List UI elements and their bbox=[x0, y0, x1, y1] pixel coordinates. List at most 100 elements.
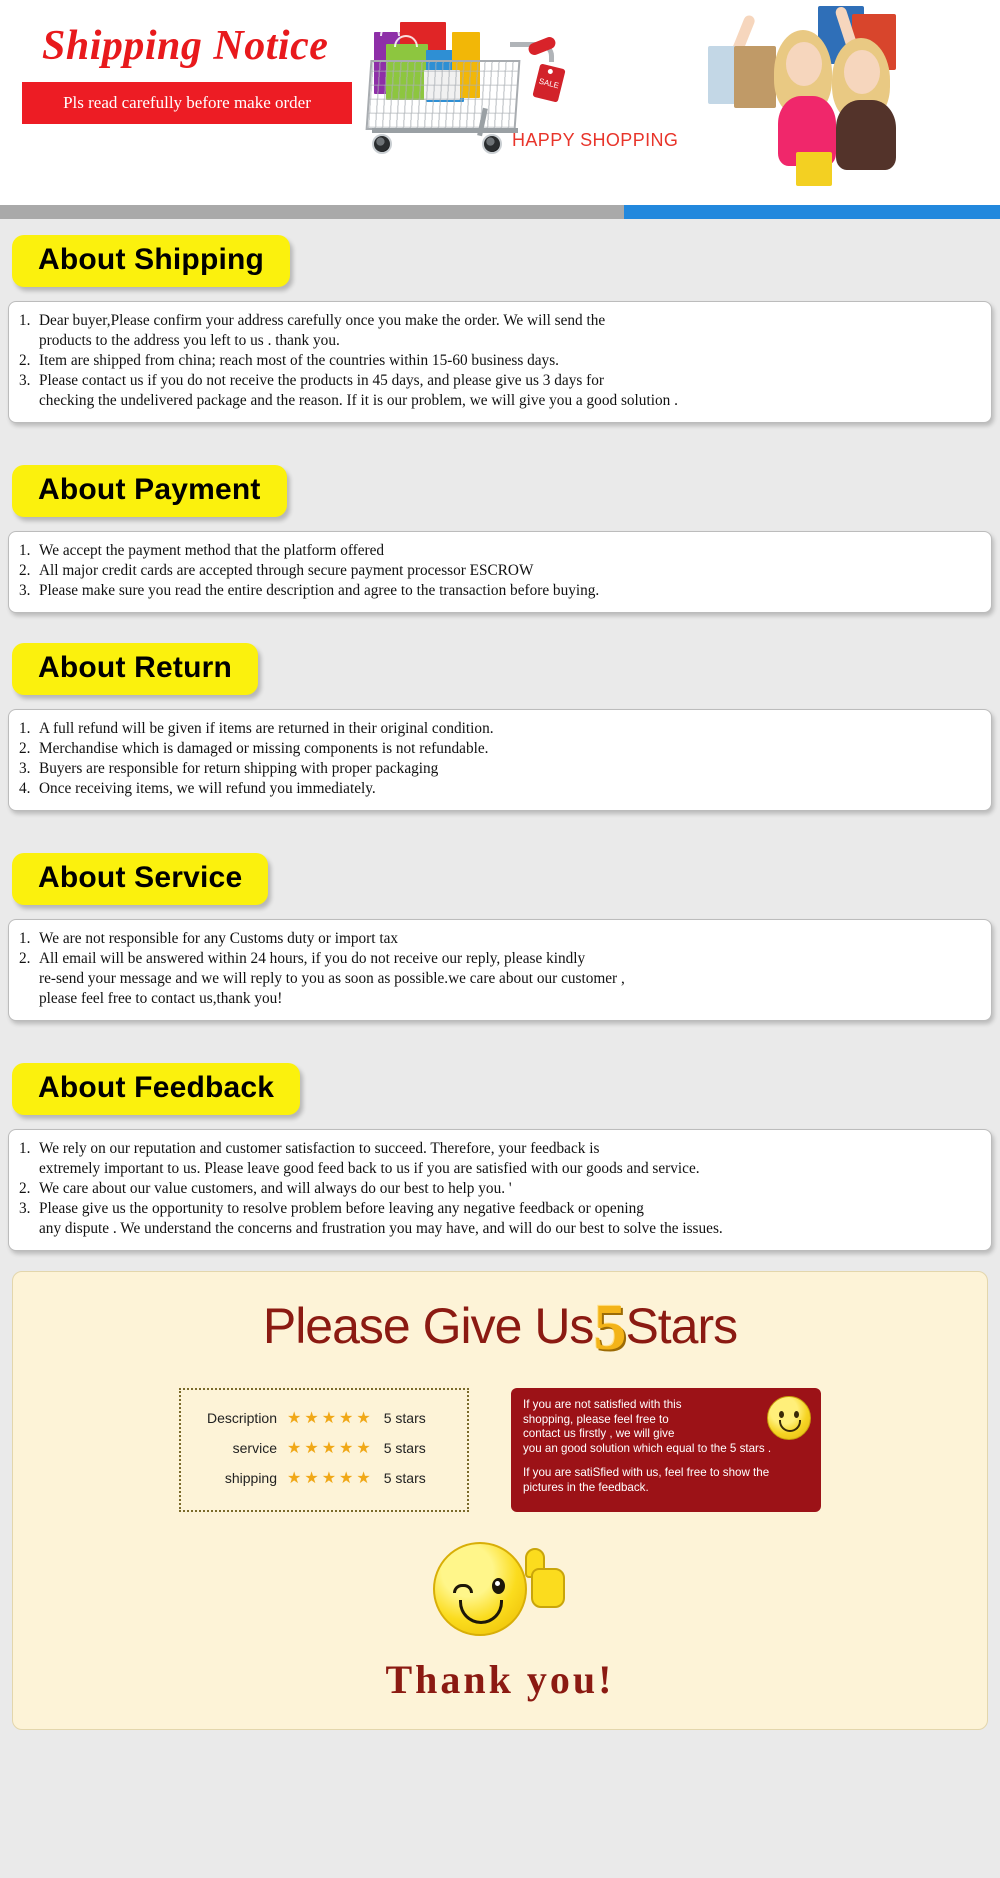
list-text: All major credit cards are accepted thro… bbox=[39, 562, 534, 579]
list-item: 1. A full refund will be given if items a… bbox=[19, 719, 977, 739]
rating-row-description: Description ★★★★★ 5 stars bbox=[193, 1408, 451, 1428]
list-text: Buyers are responsible for return shippi… bbox=[39, 760, 439, 777]
shoppers-photo bbox=[700, 0, 960, 186]
list-number: 2. bbox=[19, 950, 31, 967]
divider-blue bbox=[624, 205, 1000, 219]
rating-and-message-row: Description ★★★★★ 5 stars service ★★★★★ … bbox=[13, 1388, 987, 1512]
list-item: 2. All email will be answered within 24 h… bbox=[19, 949, 977, 1009]
rating-label: shipping bbox=[224, 1470, 277, 1486]
list-number: 2. bbox=[19, 740, 31, 757]
list-number: 1. bbox=[19, 312, 31, 329]
list-text: Merchandise which is damaged or missing … bbox=[39, 740, 489, 757]
section-tag-wrap: About Return bbox=[0, 627, 1000, 695]
list-number: 1. bbox=[19, 720, 31, 737]
list-text: We rely on our reputation and customer s… bbox=[39, 1140, 700, 1177]
list-item: 3. Please make sure you read the entire d… bbox=[19, 581, 977, 601]
star-icons: ★★★★★ bbox=[287, 1470, 374, 1487]
list-item: 1. We accept the payment method that the … bbox=[19, 541, 977, 561]
divider-gray bbox=[0, 205, 624, 219]
star-icons: ★★★★★ bbox=[287, 1410, 374, 1427]
star-icons: ★★★★★ bbox=[287, 1440, 374, 1457]
smiley-mouth bbox=[779, 1420, 801, 1432]
rating-value: 5 stars bbox=[383, 1440, 426, 1456]
winking-thumbs-up-icon bbox=[425, 1538, 575, 1650]
section-heading-feedback: About Feedback bbox=[12, 1063, 301, 1115]
list-text: A full refund will be given if items are… bbox=[39, 720, 494, 737]
big-five-number: 5 bbox=[593, 1291, 626, 1364]
section-heading-label: About Payment bbox=[38, 473, 261, 506]
section-heading-label: About Return bbox=[38, 651, 233, 684]
banner-text: Pls read carefully before make order bbox=[63, 93, 311, 112]
read-carefully-banner: Pls read carefully before make order bbox=[22, 82, 352, 124]
list-text: We care about our value customers, and w… bbox=[39, 1180, 512, 1197]
section-about-payment: About Payment 1. We accept the payment me… bbox=[0, 449, 1000, 613]
list-number: 3. bbox=[19, 1200, 31, 1217]
list-item: 3. Please contact us if you do not receiv… bbox=[19, 371, 977, 411]
list-text: Please contact us if you do not receive … bbox=[39, 372, 678, 409]
list-number: 3. bbox=[19, 582, 31, 599]
list-text: Please give us the opportunity to resolv… bbox=[39, 1200, 723, 1237]
page-title: Shipping Notice bbox=[42, 23, 329, 69]
list-text: We are not responsible for any Customs d… bbox=[39, 930, 399, 947]
list-number: 1. bbox=[19, 930, 31, 947]
list-item: 1. We rely on our reputation and customer… bbox=[19, 1139, 977, 1179]
list-item: 1. Dear buyer,Please confirm your address… bbox=[19, 311, 977, 351]
section-card-feedback: 1. We rely on our reputation and customer… bbox=[8, 1129, 992, 1251]
list-number: 2. bbox=[19, 562, 31, 579]
section-card-shipping: 1. Dear buyer,Please confirm your address… bbox=[8, 301, 992, 423]
satisfaction-message-box: If you are not satisfied with this shopp… bbox=[511, 1388, 821, 1512]
list-item: 3. Buyers are responsible for return ship… bbox=[19, 759, 977, 779]
emoji-open-eye bbox=[492, 1578, 505, 1594]
list-text: We accept the payment method that the pl… bbox=[39, 542, 385, 559]
section-about-shipping: About Shipping 1. Dear buyer,Please confi… bbox=[0, 219, 1000, 423]
section-heading-shipping: About Shipping bbox=[12, 235, 291, 287]
list-item: 3. Please give us the opportunity to reso… bbox=[19, 1199, 977, 1239]
list-text: Please make sure you read the entire des… bbox=[39, 582, 600, 599]
smiley-eye-left bbox=[779, 1411, 784, 1418]
rating-table: Description ★★★★★ 5 stars service ★★★★★ … bbox=[179, 1388, 469, 1512]
section-tag-wrap: About Service bbox=[0, 837, 1000, 905]
list-text: Once receiving items, we will refund you… bbox=[39, 780, 376, 797]
header-divider bbox=[0, 205, 1000, 219]
section-heading-label: About Service bbox=[38, 861, 243, 894]
section-card-return: 1. A full refund will be given if items a… bbox=[8, 709, 992, 811]
list-item: 2. Merchandise which is damaged or missin… bbox=[19, 739, 977, 759]
thumbs-up-hand bbox=[525, 1548, 569, 1610]
header-banner: Shipping Notice Pls read carefully befor… bbox=[0, 0, 1000, 205]
emoji-wink-eye bbox=[453, 1584, 473, 1593]
section-card-payment: 1. We accept the payment method that the … bbox=[8, 531, 992, 613]
emoji-face bbox=[433, 1542, 527, 1636]
sale-tag: SALE bbox=[532, 63, 566, 103]
list-number: 2. bbox=[19, 352, 31, 369]
message-paragraph-2: If you are satiSfied with us, feel free … bbox=[523, 1466, 770, 1494]
list-number: 3. bbox=[19, 372, 31, 389]
list-item: 2. Item are shipped from china; reach mos… bbox=[19, 351, 977, 371]
thank-you-block: Thank you! bbox=[13, 1538, 987, 1703]
section-tag-wrap: About Payment bbox=[0, 449, 1000, 517]
five-stars-panel: Please Give Us5Stars Description ★★★★★ 5… bbox=[12, 1271, 988, 1730]
list-item: 2. We care about our value customers, and… bbox=[19, 1179, 977, 1199]
list-number: 2. bbox=[19, 1180, 31, 1197]
section-heading-label: About Feedback bbox=[38, 1071, 275, 1104]
sections-container: About Shipping 1. Dear buyer,Please confi… bbox=[0, 219, 1000, 1730]
section-heading-service: About Service bbox=[12, 853, 269, 905]
thank-you-text: Thank you! bbox=[385, 1657, 615, 1702]
list-number: 4. bbox=[19, 780, 31, 797]
list-text: Dear buyer,Please confirm your address c… bbox=[39, 312, 606, 349]
rating-value: 5 stars bbox=[383, 1470, 426, 1486]
section-tag-wrap: About Feedback bbox=[0, 1047, 1000, 1115]
rating-row-service: service ★★★★★ 5 stars bbox=[193, 1438, 451, 1458]
list-item: 4. Once receiving items, we will refund y… bbox=[19, 779, 977, 799]
title-before-text: Please Give Us bbox=[262, 1298, 595, 1354]
section-card-service: 1. We are not responsible for any Customs… bbox=[8, 919, 992, 1021]
rating-label: Description bbox=[206, 1410, 277, 1426]
section-tag-wrap: About Shipping bbox=[0, 219, 1000, 287]
section-about-return: About Return 1. A full refund will be giv… bbox=[0, 627, 1000, 811]
section-heading-return: About Return bbox=[12, 643, 259, 695]
list-text: Item are shipped from china; reach most … bbox=[39, 352, 559, 369]
title-after-text: Stars bbox=[625, 1298, 738, 1354]
